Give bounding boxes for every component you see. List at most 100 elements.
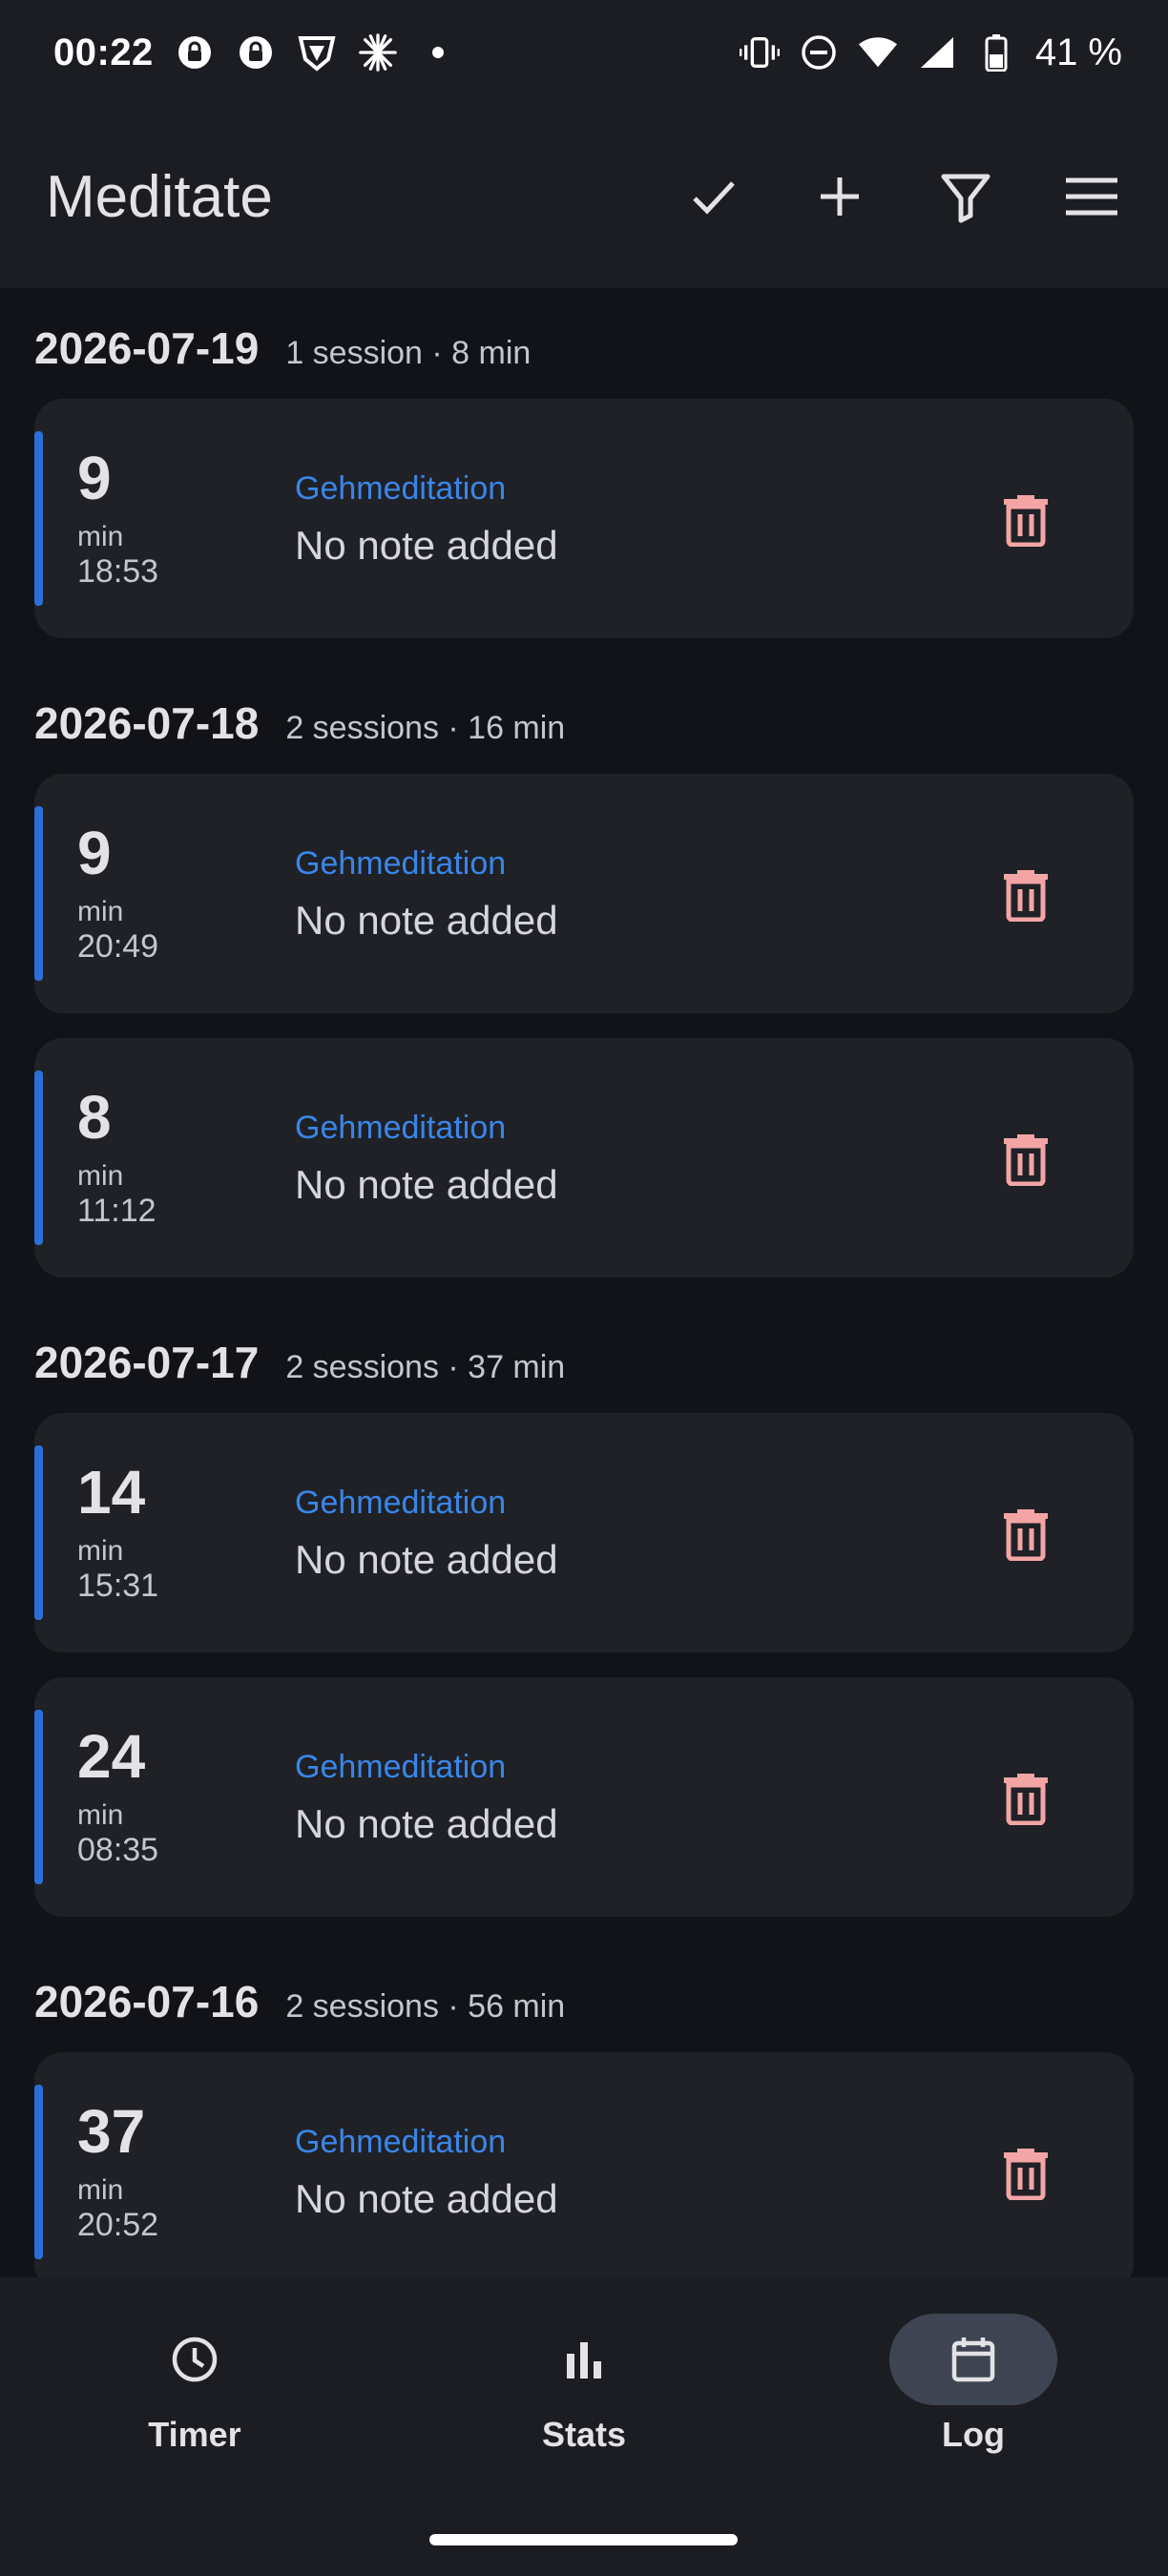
trash-icon [1004, 1508, 1048, 1561]
app-bar-actions [676, 158, 1130, 235]
clock-icon [172, 2337, 218, 2382]
session-card[interactable]: 14 min 15:31 Gehmeditation No note added [34, 1413, 1134, 1652]
session-note: No note added [295, 1161, 558, 1207]
sparkle-icon [358, 32, 398, 73]
group-date: 2026-07-18 [34, 698, 260, 748]
session-tag: Gehmeditation [295, 1484, 507, 1521]
delete-session-button[interactable] [973, 1745, 1078, 1850]
session-card[interactable]: 8 min 11:12 Gehmeditation No note added [34, 1038, 1134, 1278]
session-card[interactable]: 9 min 18:53 Gehmeditation No note added [34, 399, 1134, 638]
battery-percentage: 41 % [1034, 31, 1122, 73]
session-card[interactable]: 24 min 08:35 Gehmeditation No note added [34, 1677, 1134, 1917]
session-note: No note added [295, 1800, 558, 1846]
do-not-disturb-icon [799, 32, 839, 73]
session-tag: Gehmeditation [295, 1109, 507, 1146]
page-title: Meditate [46, 163, 273, 230]
calendar-icon [951, 2337, 995, 2382]
status-bar: 00:22 41 % [0, 0, 1168, 105]
nav-log[interactable]: Log [779, 2314, 1168, 2576]
menu-icon [1066, 177, 1117, 216]
vpn-shield-icon [297, 32, 337, 73]
nav-active-indicator [889, 2314, 1057, 2405]
session-card[interactable]: 9 min 20:49 Gehmeditation No note added [34, 774, 1134, 1013]
cell-signal-icon [917, 32, 957, 73]
group-summary: 1 session · 8 min [285, 335, 532, 371]
delete-session-button[interactable] [973, 1106, 1078, 1211]
date-group-header: 2026-07-18 2 sessions · 16 min [0, 663, 1168, 774]
date-group-header: 2026-07-17 2 sessions · 37 min [0, 1302, 1168, 1413]
group-date: 2026-07-19 [34, 323, 260, 373]
delete-session-button[interactable] [973, 467, 1078, 571]
dot-icon [431, 47, 444, 58]
session-unit: min [77, 1798, 124, 1831]
group-date: 2026-07-16 [34, 1977, 260, 2026]
nav-log-label: Log [942, 2415, 1005, 2454]
session-minutes: 24 [77, 1721, 146, 1791]
check-icon [693, 181, 735, 215]
session-tag: Gehmeditation [295, 1748, 507, 1785]
card-accent-bar [34, 431, 43, 606]
notification-icons [175, 32, 444, 73]
session-note: No note added [295, 897, 558, 943]
filter-button[interactable] [928, 158, 1004, 235]
delete-session-button[interactable] [973, 1481, 1078, 1586]
session-minutes: 9 [77, 818, 112, 887]
session-unit: min [77, 1159, 124, 1192]
vibrate-icon [739, 32, 780, 73]
menu-button[interactable] [1053, 158, 1130, 235]
session-time: 20:49 [77, 927, 159, 965]
nav-timer[interactable]: Timer [0, 2314, 389, 2576]
filter-icon [941, 174, 991, 223]
session-tag: Gehmeditation [295, 2123, 507, 2160]
card-accent-bar [34, 1710, 43, 1884]
session-note: No note added [295, 522, 558, 568]
add-button[interactable] [802, 158, 878, 235]
date-group-header: 2026-07-19 1 session · 8 min [0, 288, 1168, 399]
date-group-header: 2026-07-16 2 sessions · 56 min [0, 1942, 1168, 2052]
card-accent-bar [34, 1070, 43, 1245]
delete-session-button[interactable] [973, 841, 1078, 946]
session-minutes: 37 [77, 2096, 146, 2166]
trash-icon [1004, 1773, 1048, 1825]
session-tag: Gehmeditation [295, 469, 507, 507]
session-time: 11:12 [77, 1192, 156, 1229]
session-tag: Gehmeditation [295, 844, 507, 882]
group-date: 2026-07-17 [34, 1338, 260, 1387]
card-accent-bar [34, 806, 43, 981]
trash-icon [1004, 2148, 1048, 2200]
card-accent-bar [34, 1445, 43, 1620]
group-summary: 2 sessions · 56 min [285, 1988, 566, 2025]
card-accent-bar [34, 2085, 43, 2259]
bar-chart-icon [567, 2342, 601, 2379]
nav-stats-label: Stats [541, 2415, 627, 2454]
session-time: 15:31 [77, 1567, 159, 1604]
session-unit: min [77, 1534, 124, 1567]
system-icons: 41 % [739, 31, 1122, 74]
trash-icon [1004, 494, 1048, 547]
wifi-icon [858, 32, 898, 73]
gesture-handle[interactable] [429, 2534, 738, 2545]
session-unit: min [77, 2173, 124, 2206]
check-button[interactable] [676, 158, 752, 235]
status-time: 00:22 [53, 31, 154, 73]
session-minutes: 14 [77, 1457, 146, 1527]
session-minutes: 9 [77, 443, 112, 512]
session-log-list[interactable]: 2026-07-19 1 session · 8 min 9 min 18:53… [0, 288, 1168, 2277]
session-unit: min [77, 895, 124, 927]
lock-chat-icon [175, 32, 215, 73]
session-note: No note added [295, 1536, 558, 1582]
group-summary: 2 sessions · 16 min [285, 710, 566, 746]
battery-icon [976, 32, 1016, 73]
session-time: 18:53 [77, 552, 159, 590]
trash-icon [1004, 1133, 1048, 1186]
delete-session-button[interactable] [973, 2120, 1078, 2225]
screen: 00:22 41 % Meditate 2026-07-19 1 session… [0, 0, 1168, 2576]
session-minutes: 8 [77, 1082, 112, 1152]
session-time: 08:35 [77, 1831, 159, 1868]
session-time: 20:52 [77, 2206, 159, 2243]
nav-timer-label: Timer [148, 2415, 241, 2454]
group-summary: 2 sessions · 37 min [285, 1349, 566, 1385]
bottom-navigation: Timer Stats Log [0, 2277, 1168, 2576]
session-card[interactable]: 37 min 20:52 Gehmeditation No note added [34, 2052, 1134, 2277]
session-note: No note added [295, 2175, 558, 2221]
